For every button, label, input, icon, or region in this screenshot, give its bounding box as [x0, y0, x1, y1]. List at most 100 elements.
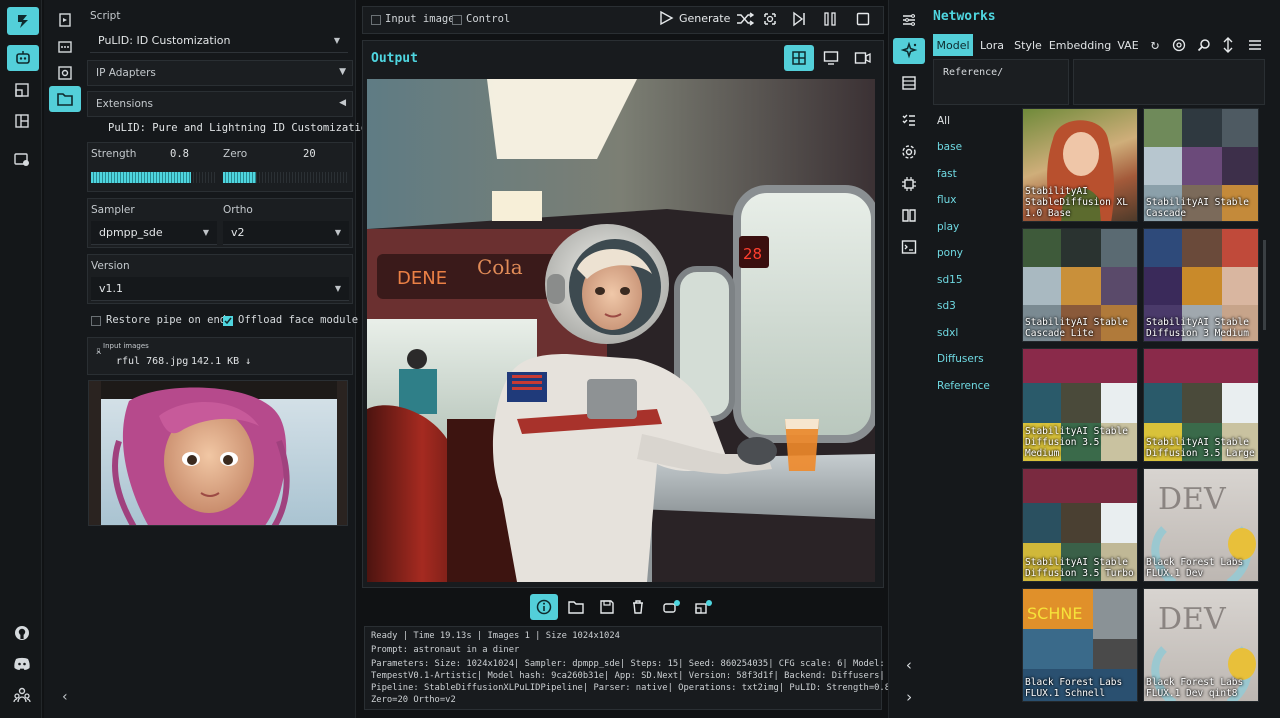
image-edit-icon[interactable] [7, 77, 37, 103]
category-play[interactable]: play [937, 221, 959, 233]
zero-slider-fill [223, 172, 256, 183]
model-card[interactable]: StabilityAI Stable Diffusion 3.5 Turbo [1022, 468, 1138, 582]
category-diffusers[interactable]: Diffusers [937, 353, 984, 365]
folder-icon[interactable] [49, 86, 81, 112]
category-sdxl[interactable]: sdxl [937, 327, 958, 339]
model-card[interactable]: StabilityAI Stable Diffusion 3 Medium [1143, 228, 1259, 342]
settings-gear-icon[interactable] [894, 139, 924, 165]
tab-embedding[interactable]: Embedding [1049, 34, 1111, 56]
dots-grid-icon[interactable] [50, 34, 80, 60]
input-image-label: Input image [385, 13, 455, 25]
restore-pipe-checkbox[interactable] [91, 316, 101, 326]
input-image-checkbox[interactable] [371, 15, 381, 25]
model-card[interactable]: StabilityAI Stable Cascade Lite [1022, 228, 1138, 342]
robot-icon[interactable] [7, 45, 39, 71]
sampler-select[interactable]: dpmpp_sde ▼ [91, 221, 217, 245]
zero-value[interactable]: 20 [303, 148, 316, 160]
send-to-robot-icon[interactable] [656, 594, 686, 620]
chevron-left-icon[interactable]: ‹ [894, 652, 924, 678]
skip-icon[interactable] [784, 6, 814, 32]
input-images-dropzone[interactable]: Input images ▫ ^ rful 768.jpg 142.1 KB ↓ [87, 337, 353, 375]
script-select[interactable]: PuLID: ID Customization ▼ [90, 29, 348, 53]
category-flux[interactable]: flux [937, 194, 956, 206]
delete-icon[interactable] [623, 594, 653, 620]
chevron-down-icon: ▼ [334, 284, 341, 293]
info-icon[interactable] [530, 594, 558, 620]
category-base[interactable]: base [937, 141, 962, 153]
network-search-input[interactable]: Reference/ [933, 59, 1069, 105]
terminal-icon[interactable] [894, 234, 924, 260]
generate-button[interactable]: Generate [658, 10, 730, 26]
network-description-box [1073, 59, 1265, 105]
checklist-icon[interactable] [894, 107, 924, 133]
category-pony[interactable]: pony [937, 247, 963, 259]
networks-title: Networks [933, 9, 996, 24]
tab-lora[interactable]: Lora [977, 34, 1007, 56]
input-file-name[interactable]: rful 768.jpg [116, 356, 188, 367]
stop-icon[interactable] [848, 6, 878, 32]
open-folder-icon[interactable] [561, 594, 591, 620]
discord-icon[interactable] [7, 651, 37, 677]
gallery-view-icon[interactable] [784, 45, 814, 71]
strength-zero-group: Strength 0.8 Zero 20 [87, 142, 353, 192]
chevron-right-icon[interactable]: › [894, 684, 924, 710]
offload-face-label: Offload face module [238, 314, 359, 326]
model-card[interactable]: StabilityAI Stable Diffusion 3.5 Large [1143, 348, 1259, 462]
file-image-icon[interactable] [50, 7, 80, 33]
model-card[interactable]: StabilityAI Stable Diffusion 3.5 Medium [1022, 348, 1138, 462]
category-fast[interactable]: fast [937, 168, 957, 180]
menu-icon[interactable] [1240, 32, 1270, 58]
tab-model[interactable]: Model [933, 34, 973, 56]
model-card[interactable]: StabilityAI Stable Cascade [1143, 108, 1259, 222]
reprocess-icon[interactable] [755, 6, 785, 32]
github-icon[interactable] [7, 620, 37, 646]
category-all[interactable]: All [937, 115, 950, 127]
app-logo-icon[interactable] [7, 7, 39, 35]
layout-icon[interactable] [7, 108, 37, 134]
tab-style[interactable]: Style [1011, 34, 1045, 56]
gear-image-icon[interactable] [50, 60, 80, 86]
strength-value[interactable]: 0.8 [170, 148, 189, 160]
category-reference[interactable]: Reference [937, 380, 990, 392]
model-card[interactable]: DEV Black Forest Labs FLUX.1 Dev qint8 [1143, 588, 1259, 702]
model-card[interactable]: StabilityAI StableDiffusion XL 1.0 Base [1022, 108, 1138, 222]
category-sd3[interactable]: sd3 [937, 300, 956, 312]
model-card[interactable]: SCHNE Black Forest Labs FLUX.1 Schnell [1022, 588, 1138, 702]
networks-scrollbar[interactable] [1263, 240, 1266, 330]
svg-text:DEV: DEV [1158, 602, 1227, 637]
control-checkbox[interactable] [452, 15, 462, 25]
output-image[interactable]: DENE Cola 28 [367, 79, 875, 582]
extensions-accordion[interactable]: Extensions ◀ [87, 91, 353, 117]
grid-list-icon[interactable] [894, 70, 924, 96]
save-icon[interactable] [592, 594, 622, 620]
monitor-icon[interactable] [816, 45, 846, 71]
version-select[interactable]: v1.1 ▼ [91, 277, 349, 301]
model-card-name: StabilityAI Stable Diffusion 3.5 Medium [1025, 426, 1128, 459]
svg-text:DENE: DENE [397, 268, 447, 289]
svg-text:SCHNE: SCHNE [1027, 604, 1082, 623]
chip-icon[interactable] [894, 171, 924, 197]
input-image-preview[interactable] [88, 380, 348, 526]
sort-icon[interactable] [1213, 32, 1243, 58]
sparkles-icon[interactable] [893, 38, 925, 64]
send-to-image-icon[interactable] [688, 594, 718, 620]
ip-adapters-accordion[interactable]: IP Adapters ▼ [87, 60, 353, 86]
video-icon[interactable] [848, 45, 878, 71]
collapse-left-icon[interactable]: ‹ [50, 684, 80, 710]
input-file-size[interactable]: 142.1 KB ↓ [191, 356, 251, 367]
chevron-down-icon: ▼ [334, 228, 341, 237]
category-sd15[interactable]: sd15 [937, 274, 963, 286]
community-icon[interactable] [7, 682, 37, 708]
book-icon[interactable] [894, 202, 924, 228]
video-settings-icon[interactable] [7, 146, 37, 172]
play-icon [660, 10, 674, 26]
pause-icon[interactable] [815, 6, 845, 32]
status-prompt: Prompt: astronaut in a diner [371, 645, 520, 655]
tab-vae[interactable]: VAE [1115, 34, 1141, 56]
sliders-icon[interactable] [894, 7, 924, 33]
offload-face-checkbox[interactable] [223, 316, 233, 326]
model-card[interactable]: DEV Black Forest Labs FLUX.1 Dev [1143, 468, 1259, 582]
model-card-name: StabilityAI Stable Diffusion 3 Medium [1146, 317, 1249, 339]
left-rail [0, 0, 42, 718]
ortho-select[interactable]: v2 ▼ [223, 221, 349, 245]
